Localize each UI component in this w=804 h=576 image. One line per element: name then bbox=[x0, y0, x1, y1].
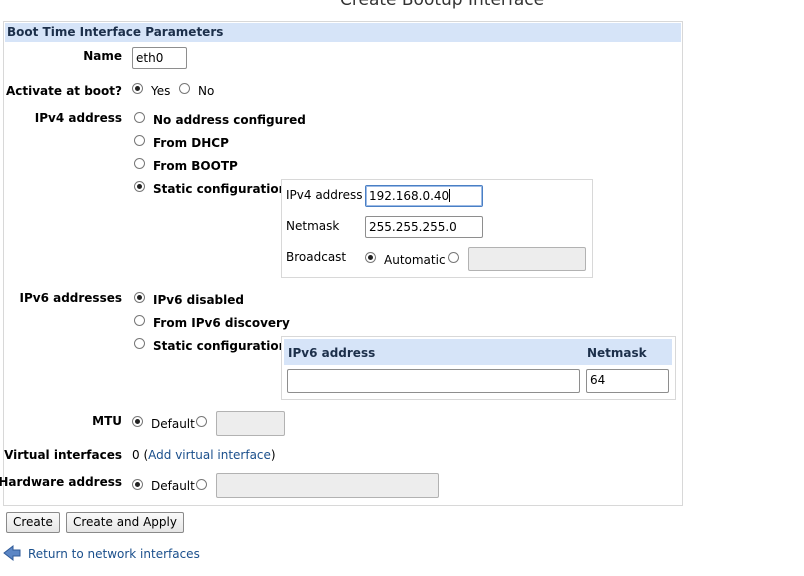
mtu-input[interactable] bbox=[216, 411, 285, 436]
virtual-interfaces-count: 0 bbox=[132, 448, 140, 462]
create-button[interactable]: Create bbox=[6, 512, 60, 533]
ipv4-dhcp-radio[interactable] bbox=[134, 135, 145, 146]
ipv4-none-label: No address configured bbox=[153, 113, 306, 127]
ipv6-address-column-header: IPv6 address bbox=[288, 346, 376, 360]
mtu-custom-radio[interactable] bbox=[196, 416, 207, 427]
broadcast-auto-label: Automatic bbox=[384, 253, 446, 267]
activate-no-radio[interactable] bbox=[179, 83, 190, 94]
create-and-apply-button[interactable]: Create and Apply bbox=[66, 512, 184, 533]
activate-yes-label: Yes bbox=[151, 84, 171, 98]
ipv6-static-label: Static configuration bbox=[153, 339, 288, 353]
ipv6-discovery-label: From IPv6 discovery bbox=[153, 316, 290, 330]
return-to-network-interfaces-link[interactable]: Return to network interfaces bbox=[28, 547, 200, 561]
page-title: Create Bootup Interface bbox=[340, 0, 545, 10]
name-label: Name bbox=[83, 49, 122, 63]
broadcast-input[interactable] bbox=[468, 247, 586, 271]
hardware-address-label: Hardware address bbox=[0, 475, 122, 489]
ipv4-dhcp-label: From DHCP bbox=[153, 136, 229, 150]
virtual-close-paren: ) bbox=[270, 448, 276, 462]
broadcast-label: Broadcast bbox=[286, 250, 347, 264]
ipv6-disabled-label: IPv6 disabled bbox=[153, 293, 244, 307]
netmask-input[interactable]: 255.255.255.0 bbox=[365, 216, 483, 238]
virtual-interfaces-label: Virtual interfaces bbox=[4, 448, 122, 462]
ipv4-label: IPv4 address bbox=[34, 111, 122, 125]
add-virtual-interface-link[interactable]: Add virtual interface bbox=[148, 448, 271, 462]
activate-label: Activate at boot? bbox=[5, 84, 122, 98]
ipv4-static-label: Static configuration bbox=[153, 182, 288, 196]
mtu-default-radio[interactable] bbox=[132, 416, 143, 427]
ipv6-netmask-input[interactable]: 64 bbox=[586, 369, 669, 393]
ipv4-bootp-label: From BOOTP bbox=[153, 159, 238, 173]
netmask-label: Netmask bbox=[286, 219, 340, 233]
panel-header: Boot Time Interface Parameters bbox=[5, 23, 681, 42]
ipv6-label: IPv6 addresses bbox=[19, 291, 122, 305]
ipv4-none-radio[interactable] bbox=[134, 112, 145, 123]
mtu-label: MTU bbox=[92, 414, 122, 428]
ipv6-netmask-column-header: Netmask bbox=[587, 346, 647, 360]
hardware-address-input[interactable] bbox=[216, 473, 439, 498]
activate-yes-radio[interactable] bbox=[132, 83, 143, 94]
activate-no-label: No bbox=[198, 84, 215, 98]
ipv6-static-radio[interactable] bbox=[134, 338, 145, 349]
ipv4-bootp-radio[interactable] bbox=[134, 158, 145, 169]
hardware-default-radio[interactable] bbox=[132, 479, 143, 490]
hardware-default-label: Default bbox=[151, 479, 195, 493]
ipv6-disabled-radio[interactable] bbox=[134, 292, 145, 303]
hardware-custom-radio[interactable] bbox=[196, 479, 207, 490]
ipv4-address-label: IPv4 address bbox=[286, 188, 363, 202]
virtual-interfaces-value: 0 (Add virtual interface) bbox=[132, 448, 276, 462]
back-arrow-icon[interactable] bbox=[3, 544, 21, 562]
broadcast-manual-radio[interactable] bbox=[448, 252, 459, 263]
ipv4-address-input[interactable]: 192.168.0.40 bbox=[365, 185, 483, 207]
broadcast-auto-radio[interactable] bbox=[365, 252, 376, 263]
name-input[interactable]: eth0 bbox=[132, 47, 187, 69]
ipv6-discovery-radio[interactable] bbox=[134, 315, 145, 326]
ipv6-address-input[interactable] bbox=[287, 369, 580, 393]
mtu-default-label: Default bbox=[151, 417, 195, 431]
ipv4-static-radio[interactable] bbox=[134, 181, 145, 192]
